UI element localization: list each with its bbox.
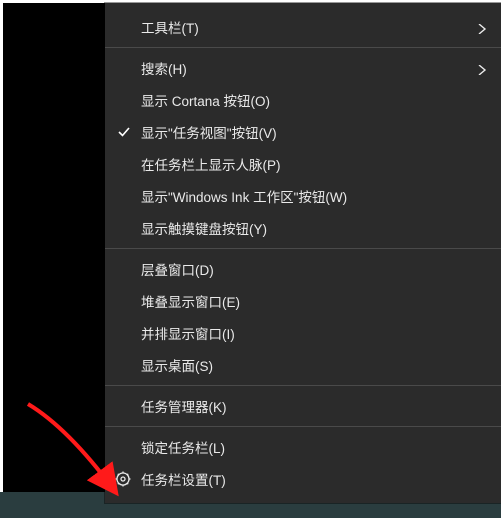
separator xyxy=(105,47,501,48)
menu-item-label: 工具栏(T) xyxy=(141,17,199,37)
menu-item-label: 锁定任务栏(L) xyxy=(141,437,225,457)
separator xyxy=(105,248,501,249)
menu-item-label: 显示"任务视图"按钮(V) xyxy=(141,122,277,142)
menu-item-label: 并排显示窗口(I) xyxy=(141,323,235,343)
menu-item-search[interactable]: 搜索(H) xyxy=(105,52,501,84)
menu-item-show-windows-ink[interactable]: 显示"Windows Ink 工作区"按钮(W) xyxy=(105,180,501,212)
menu-item-show-people[interactable]: 在任务栏上显示人脉(P) xyxy=(105,148,501,180)
menu-item-show-task-view[interactable]: 显示"任务视图"按钮(V) xyxy=(105,116,501,148)
canvas: 工具栏(T) 搜索(H) 显示 Cortana 按钮(O) 显示"任务视图"按钮… xyxy=(0,0,501,518)
separator xyxy=(105,426,501,427)
chevron-right-icon xyxy=(477,22,487,32)
taskbar-context-menu: 工具栏(T) 搜索(H) 显示 Cortana 按钮(O) 显示"任务视图"按钮… xyxy=(105,3,501,503)
menu-item-task-manager[interactable]: 任务管理器(K) xyxy=(105,390,501,422)
menu-item-label: 显示 Cortana 按钮(O) xyxy=(141,90,270,110)
menu-item-label: 任务管理器(K) xyxy=(141,396,227,416)
menu-item-show-desktop[interactable]: 显示桌面(S) xyxy=(105,349,501,381)
menu-item-taskbar-settings[interactable]: 任务栏设置(T) xyxy=(105,463,501,495)
menu-item-label: 任务栏设置(T) xyxy=(141,469,226,489)
menu-item-toolbars[interactable]: 工具栏(T) xyxy=(105,11,501,43)
check-icon xyxy=(117,125,131,139)
separator xyxy=(105,385,501,386)
menu-item-label: 层叠窗口(D) xyxy=(141,259,214,279)
menu-item-label: 显示"Windows Ink 工作区"按钮(W) xyxy=(141,186,347,206)
menu-item-show-cortana[interactable]: 显示 Cortana 按钮(O) xyxy=(105,84,501,116)
menu-item-cascade-windows[interactable]: 层叠窗口(D) xyxy=(105,253,501,285)
chevron-right-icon xyxy=(477,63,487,73)
menu-item-show-touch-keyboard[interactable]: 显示触摸键盘按钮(Y) xyxy=(105,212,501,244)
menu-item-side-by-side-windows[interactable]: 并排显示窗口(I) xyxy=(105,317,501,349)
menu-item-label: 搜索(H) xyxy=(141,58,187,78)
menu-item-label: 堆叠显示窗口(E) xyxy=(141,291,240,311)
menu-item-lock-taskbar[interactable]: 锁定任务栏(L) xyxy=(105,431,501,463)
menu-item-label: 显示桌面(S) xyxy=(141,355,213,375)
menu-item-label: 显示触摸键盘按钮(Y) xyxy=(141,218,267,238)
menu-item-stack-windows[interactable]: 堆叠显示窗口(E) xyxy=(105,285,501,317)
menu-item-label: 在任务栏上显示人脉(P) xyxy=(141,154,281,174)
gear-icon xyxy=(115,471,131,487)
